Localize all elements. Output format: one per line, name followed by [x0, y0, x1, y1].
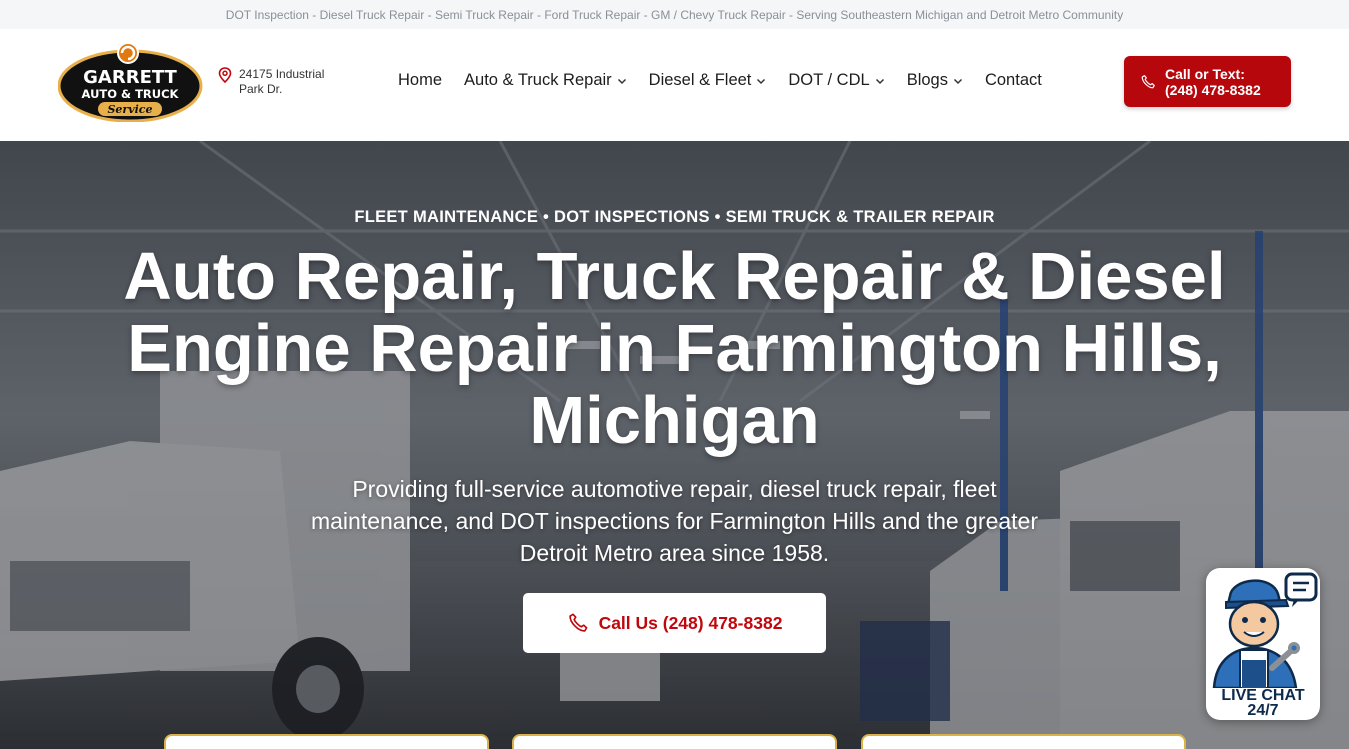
hero-subheading: Providing full-service automotive repair… — [310, 476, 1038, 566]
nav-label: Diesel & Fleet — [648, 71, 752, 89]
address-line1: 24175 Industrial — [239, 67, 325, 81]
logo-line1: GARRETT — [83, 67, 177, 88]
service-card[interactable] — [164, 734, 489, 749]
cta-line1: Call or Text: — [1165, 65, 1245, 82]
nav-item-home[interactable]: Home — [398, 71, 442, 90]
nav-item-diesel-fleet[interactable]: Diesel & Fleet — [649, 71, 767, 90]
hero-section: FLEET MAINTENANCE • DOT INSPECTIONS • SE… — [0, 141, 1349, 749]
nav-label: Auto & Truck Repair — [464, 71, 612, 89]
nav-label: DOT / CDL — [788, 71, 870, 89]
hero-eyebrow: FLEET MAINTENANCE • DOT INSPECTIONS • SE… — [354, 208, 995, 226]
nav-item-dot-cdl[interactable]: DOT / CDL — [788, 71, 884, 90]
chevron-down-icon — [953, 78, 962, 84]
logo-line3: Service — [107, 103, 152, 116]
service-card[interactable] — [512, 734, 837, 749]
map-pin-icon — [218, 67, 232, 83]
live-chat-widget[interactable]: LIVE CHAT 24/7 — [1206, 568, 1320, 720]
site-header: GARRETT AUTO & TRUCK Service 24175 Indus… — [0, 29, 1349, 141]
live-chat-hours: 24/7 — [1247, 702, 1279, 719]
main-navigation: Home Auto & Truck Repair Diesel & Fleet … — [398, 71, 1064, 90]
nav-label: Home — [398, 71, 443, 89]
logo-line2: AUTO & TRUCK — [82, 87, 180, 101]
chevron-down-icon — [875, 78, 884, 84]
top-announcement-bar: DOT Inspection - Diesel Truck Repair - S… — [0, 0, 1349, 29]
garrett-logo[interactable]: GARRETT AUTO & TRUCK Service — [57, 42, 204, 123]
call-us-button[interactable]: Call Us (248) 478-8382 — [523, 593, 826, 653]
logo-graphic: GARRETT AUTO & TRUCK Service — [57, 42, 203, 123]
nav-item-blogs[interactable]: Blogs — [907, 71, 963, 90]
announcement-text: DOT Inspection - Diesel Truck Repair - S… — [225, 7, 1124, 22]
chevron-down-icon — [757, 78, 766, 84]
nav-label: Blogs — [906, 71, 948, 89]
phone-icon — [568, 613, 588, 632]
call-us-label: Call Us (248) 478-8382 — [598, 612, 783, 633]
cta-line2: (248) 478-8382 — [1165, 81, 1261, 98]
address-line2: Park Dr. — [239, 82, 283, 96]
service-card[interactable] — [861, 734, 1186, 749]
shop-address[interactable]: 24175 Industrial Park Dr. — [218, 67, 324, 97]
mechanic-mascot-icon — [1212, 572, 1318, 688]
hero-headline: Auto Repair, Truck Repair & Diesel Engin… — [123, 239, 1226, 458]
call-or-text-button[interactable]: Call or Text: (248) 478-8382 — [1124, 56, 1291, 107]
nav-item-auto-truck-repair[interactable]: Auto & Truck Repair — [464, 71, 627, 90]
phone-icon — [1141, 74, 1155, 88]
nav-label: Contact — [984, 71, 1042, 89]
live-chat-label: LIVE CHAT — [1221, 687, 1305, 704]
nav-item-contact[interactable]: Contact — [985, 71, 1042, 90]
chevron-down-icon — [617, 78, 626, 84]
